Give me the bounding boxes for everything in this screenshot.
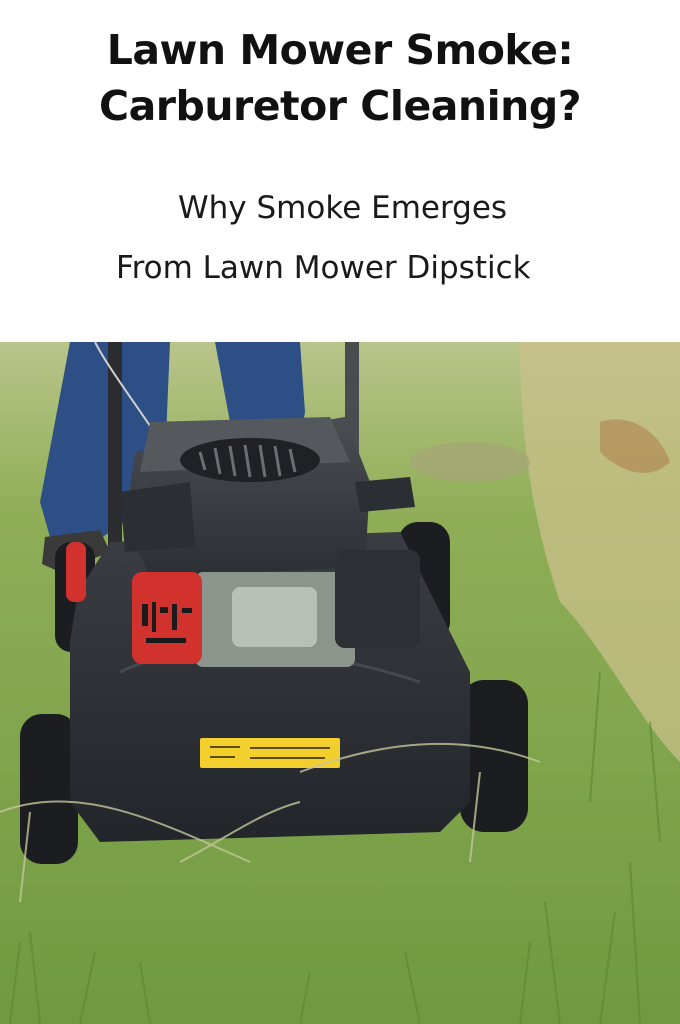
title-line-1: Lawn Mower Smoke: [106,26,574,74]
warning-label [200,738,340,768]
page-title: Lawn Mower Smoke: Carburetor Cleaning? [0,22,680,134]
header: Lawn Mower Smoke: Carburetor Cleaning? W… [0,0,680,342]
engine-side-left [120,482,195,552]
subtitle-line-2: From Lawn Mower Dipstick [116,250,531,286]
title-line-2: Carburetor Cleaning? [99,82,581,130]
subtitle-line-1: Why Smoke Emerges [178,190,508,226]
engine-side-right [355,477,415,512]
lawn-mower-photo [0,342,680,1024]
air-filter-box [335,550,420,648]
red-handle-grip [66,542,86,602]
worn-path [410,442,530,482]
carburetor [232,587,317,647]
